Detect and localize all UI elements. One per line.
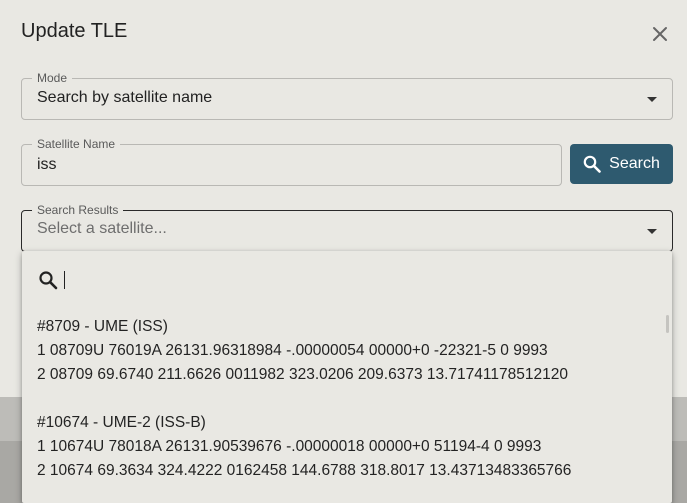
dialog-title: Update TLE: [21, 20, 128, 42]
result-title: #8709 - UME (ISS): [37, 318, 168, 335]
satellite-name-label: Satellite Name: [32, 137, 121, 151]
chevron-down-icon: [647, 97, 657, 102]
search-results-select[interactable]: Search Results Select a satellite...: [21, 203, 673, 252]
mode-select[interactable]: Mode Search by satellite name: [21, 71, 673, 120]
search-icon: [583, 155, 601, 173]
search-button[interactable]: Search: [570, 144, 673, 184]
search-results-popup: #8709 - UME (ISS) 1 08709U 76019A 26131.…: [22, 251, 672, 503]
search-results-label: Search Results: [32, 203, 124, 217]
search-icon: [39, 271, 58, 290]
popup-filter[interactable]: [38, 268, 638, 292]
list-item[interactable]: #10674 - UME-2 (ISS-B) 1 10674U 78018A 2…: [37, 411, 657, 483]
result-title: #10674 - UME-2 (ISS-B): [37, 414, 206, 431]
close-button[interactable]: [648, 22, 672, 46]
satellite-name-value: iss: [37, 156, 57, 173]
list-item[interactable]: #8709 - UME (ISS) 1 08709U 76019A 26131.…: [37, 315, 657, 387]
result-tle-line1: 1 10674U 78018A 26131.90539676 -.0000001…: [37, 438, 542, 455]
scrollbar[interactable]: [666, 315, 669, 333]
chevron-down-icon: [647, 229, 657, 234]
results-list: #8709 - UME (ISS) 1 08709U 76019A 26131.…: [37, 315, 657, 483]
dialog-edge: [672, 251, 687, 311]
result-tle-line2: 2 10674 69.3634 324.4222 0162458 144.678…: [37, 462, 572, 479]
result-tle-line1: 1 08709U 76019A 26131.96318984 -.0000005…: [37, 342, 548, 359]
mode-value: Search by satellite name: [37, 89, 213, 106]
satellite-name-field[interactable]: Satellite Name iss: [21, 137, 562, 186]
result-tle-line2: 2 08709 69.6740 211.6626 0011982 323.020…: [37, 366, 568, 383]
mode-label: Mode: [32, 71, 73, 85]
text-caret: [64, 271, 65, 289]
popup-filter-input[interactable]: [67, 271, 627, 289]
search-results-placeholder: Select a satellite...: [37, 220, 167, 237]
close-icon: [653, 27, 667, 41]
search-button-label: Search: [609, 155, 660, 172]
